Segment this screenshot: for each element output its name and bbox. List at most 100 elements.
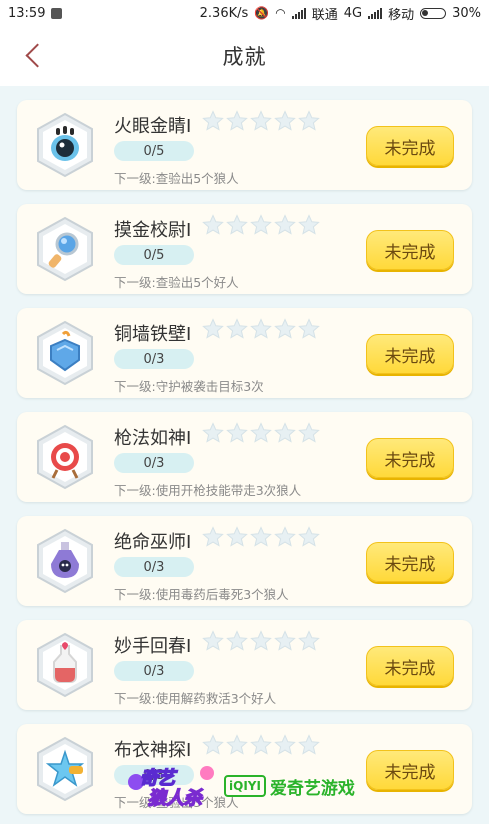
star-rating (202, 422, 320, 444)
achievement-list: 火眼金睛I 0/5 下一级:查验出5个狼人 未完成摸金校尉I 0/5 下一级:查验出5个好… (0, 86, 489, 824)
star-icon (226, 734, 248, 756)
star-icon (298, 214, 320, 236)
carrier1-text: 联通 (311, 7, 338, 23)
net-type-text: 4G (343, 5, 363, 21)
time-text: 13:59 (8, 5, 46, 21)
achievement-card: 妙手回春I 0/3 下一级:使用解药救活3个好人 未完成 (17, 620, 472, 710)
status-button[interactable]: 未完成 (366, 438, 454, 478)
star-icon (298, 422, 320, 444)
star-icon (274, 110, 296, 132)
signal-icon-2 (368, 7, 383, 19)
status-bar: 13:59 2.36K/s 🔕 ◠ 联通 4G 移动 30% (0, 0, 489, 26)
star-icon (226, 526, 248, 548)
iqiyi-logo: iQIYI (224, 775, 266, 797)
star-icon (250, 422, 272, 444)
poison-bottle-icon (33, 528, 97, 594)
star-icon (298, 630, 320, 652)
back-arrow-icon[interactable] (20, 42, 48, 70)
notification-icon (51, 7, 63, 19)
achievement-card: 绝命巫师I 0/3 下一级:使用毒药后毒死3个狼人 未完成 (17, 516, 472, 606)
achievement-title: 妙手回春I (114, 636, 192, 657)
progress-pill: 0/3 (114, 661, 194, 681)
star-rating (202, 318, 320, 340)
star-icon (250, 630, 272, 652)
achievement-title: 绝命巫师I (114, 532, 192, 553)
star-icon (226, 630, 248, 652)
progress-pill: 0/3 (114, 453, 194, 473)
star-icon (298, 318, 320, 340)
star-icon (226, 110, 248, 132)
star-rating (202, 630, 320, 652)
carrier2-text: 移动 (388, 7, 415, 23)
achievement-title: 火眼金睛I (114, 116, 192, 137)
battery-icon (420, 7, 447, 19)
star-icon (202, 110, 224, 132)
achievement-card: 铜墙铁壁I 0/3 下一级:守护被袭击目标3次 未完成 (17, 308, 472, 398)
brand-text: 爱奇艺游戏 (269, 778, 355, 799)
star-icon (274, 630, 296, 652)
star-icon (202, 214, 224, 236)
nav-bar: 成就 (0, 26, 489, 86)
achievement-card: 摸金校尉I 0/5 下一级:查验出5个好人 未完成 (17, 204, 472, 294)
star-icon (226, 214, 248, 236)
brand-logo: iQIYI 爱奇艺游戏 (224, 774, 355, 799)
star-icon (250, 214, 272, 236)
magnifier-icon (33, 216, 97, 282)
star-icon (202, 318, 224, 340)
star-icon (250, 110, 272, 132)
status-button[interactable]: 未完成 (366, 750, 454, 790)
star-rating (202, 214, 320, 236)
signal-icon (291, 7, 306, 19)
star-icon (274, 422, 296, 444)
next-level-text: 下一级:使用解药救活3个好人 (114, 691, 277, 706)
page-title: 成就 (222, 45, 267, 69)
achievement-title: 摸金校尉I (114, 220, 192, 241)
wifi-icon: ◠ (275, 6, 286, 20)
status-button[interactable]: 未完成 (366, 646, 454, 686)
star-icon (226, 422, 248, 444)
progress-pill: 0/3 (114, 557, 194, 577)
status-button[interactable]: 未完成 (366, 126, 454, 166)
star-icon (298, 526, 320, 548)
target-icon (33, 424, 97, 490)
star-icon (274, 214, 296, 236)
next-level-text: 下一级:使用毒药后毒死3个狼人 (114, 587, 289, 602)
star-rating (202, 526, 320, 548)
eye-icon (33, 112, 97, 178)
achievement-title: 枪法如神I (114, 428, 192, 449)
star-icon (250, 318, 272, 340)
star-rating (202, 110, 320, 132)
battery-text: 30% (452, 5, 481, 21)
star-icon (274, 734, 296, 756)
shield-icon (33, 320, 97, 386)
status-button[interactable]: 未完成 (366, 542, 454, 582)
star-icon (202, 422, 224, 444)
potion-icon (33, 632, 97, 698)
progress-pill: 0/5 (114, 141, 194, 161)
next-level-text: 下一级:守护被袭击目标3次 (114, 379, 264, 394)
star-icon (202, 734, 224, 756)
star-icon (202, 526, 224, 548)
next-level-text: 下一级:查验出5个好人 (114, 275, 239, 290)
achievement-title: 铜墙铁壁I (114, 324, 192, 345)
watermark: 奇艺 狼人杀 iQIYI 爱奇艺游戏 (128, 764, 355, 810)
status-button[interactable]: 未完成 (366, 334, 454, 374)
star-icon (298, 734, 320, 756)
next-level-text: 下一级:使用开枪技能带走3次狼人 (114, 483, 302, 498)
star-icon (202, 630, 224, 652)
progress-pill: 0/3 (114, 349, 194, 369)
next-level-text: 下一级:查验出5个狼人 (114, 171, 239, 186)
achievement-title: 布衣神探I (114, 740, 192, 761)
network-speed-text: 2.36K/s (199, 5, 249, 21)
star-icon (250, 526, 272, 548)
mute-bell-icon: 🔕 (254, 6, 270, 20)
star-badge-icon (33, 736, 97, 802)
star-icon (274, 318, 296, 340)
star-icon (274, 526, 296, 548)
achievement-card: 枪法如神I 0/3 下一级:使用开枪技能带走3次狼人 未完成 (17, 412, 472, 502)
star-icon (250, 734, 272, 756)
status-button[interactable]: 未完成 (366, 230, 454, 270)
achievement-card: 火眼金睛I 0/5 下一级:查验出5个狼人 未完成 (17, 100, 472, 190)
game-logo: 奇艺 狼人杀 (128, 764, 214, 810)
star-icon (226, 318, 248, 340)
